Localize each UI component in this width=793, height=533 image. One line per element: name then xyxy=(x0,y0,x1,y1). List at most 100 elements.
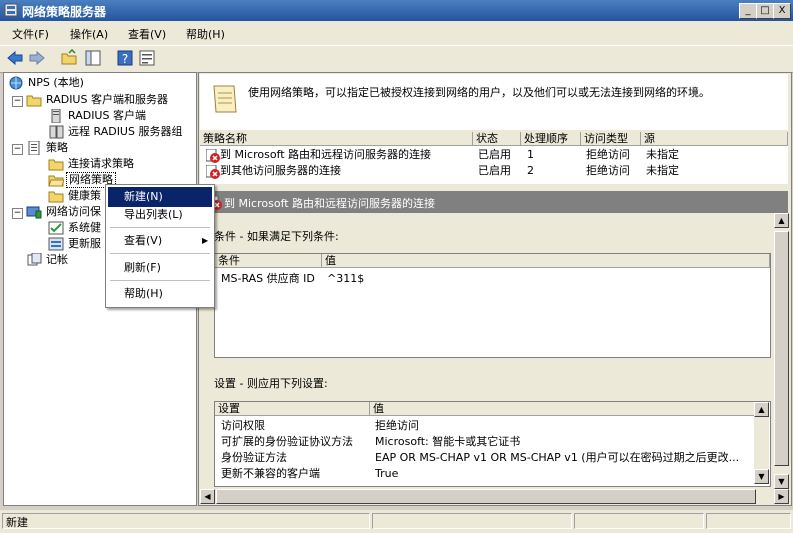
tree-item-policies[interactable]: 策略 xyxy=(46,140,68,156)
folder-icon xyxy=(48,191,64,203)
title-bar[interactable]: 网络策略服务器 _ □ X xyxy=(0,0,793,21)
up-folder-icon[interactable] xyxy=(60,49,78,67)
back-arrow-icon[interactable] xyxy=(6,49,24,67)
setting-value: Microsoft: 智能卡或其它证书 xyxy=(375,435,521,448)
setting-name: 可扩展的身份验证协议方法 xyxy=(221,435,353,448)
scroll-down-button[interactable]: ▼ xyxy=(774,474,789,489)
window-title: 网络策略服务器 xyxy=(22,5,107,19)
tree-item-system-health[interactable]: 系统健 xyxy=(68,220,101,236)
setting-name: 身份验证方法 xyxy=(221,451,287,464)
detail-hscrollbar[interactable]: ◀ ▶ xyxy=(200,489,789,504)
svg-text:?: ? xyxy=(122,52,128,66)
tree-item-nap[interactable]: 网络访问保 xyxy=(46,204,101,220)
context-menu-export[interactable]: 导出列表(L) xyxy=(108,205,212,225)
tree-item-accounting[interactable]: 记帐 xyxy=(46,252,68,268)
folder-icon xyxy=(26,95,42,107)
scroll-left-button[interactable]: ◀ xyxy=(200,489,215,504)
scroll-up-button[interactable]: ▲ xyxy=(774,213,789,228)
status-panel xyxy=(574,513,704,529)
tree-item-conn-request[interactable]: 连接请求策略 xyxy=(68,156,134,172)
close-button[interactable]: X xyxy=(773,3,791,19)
toolbar: ? xyxy=(0,45,793,73)
context-menu-export-label: 导出列表(L) xyxy=(124,208,183,221)
app-icon xyxy=(4,3,18,17)
col-header-status[interactable]: 状态 xyxy=(473,132,521,146)
scroll-thumb[interactable] xyxy=(216,489,756,504)
cond-col-header-value[interactable]: 值 xyxy=(322,254,770,268)
setting-name: 更新不兼容的客户端 xyxy=(221,467,320,480)
collapse-toggle[interactable]: − xyxy=(12,208,23,219)
deny-policy-icon xyxy=(206,149,220,163)
help-icon[interactable]: ? xyxy=(116,49,134,67)
setting-value: 拒绝访问 xyxy=(375,419,419,432)
menu-action[interactable]: 操作(A) xyxy=(70,26,108,42)
scroll-right-button[interactable]: ▶ xyxy=(774,489,789,504)
update-server-icon xyxy=(48,237,64,251)
folder-icon xyxy=(48,159,64,171)
forward-arrow-icon[interactable] xyxy=(28,49,46,67)
nap-icon xyxy=(26,206,42,219)
detail-header: 到 Microsoft 路由和远程访问服务器的连接 xyxy=(200,191,788,213)
conditions-list: 条件 值 MS-RAS 供应商 ID ^311$ xyxy=(214,253,771,358)
status-panel xyxy=(2,513,370,529)
col-header-access[interactable]: 访问类型 xyxy=(581,132,641,146)
context-menu-new[interactable]: 新建(N) xyxy=(108,187,212,207)
info-text: 使用网络策略，可以指定已被授权连接到网络的用户，以及他们可以或无法连接到网络的环… xyxy=(248,86,710,99)
tree-item-radius-clients[interactable]: RADIUS 客户端 xyxy=(68,108,146,124)
set-col-header-value[interactable]: 值 xyxy=(370,402,755,416)
detail-panel: 条件 - 如果满足下列条件: 条件 值 MS-RAS 供应商 ID ^311$ … xyxy=(200,213,774,489)
policy-status: 已启用 xyxy=(478,164,511,177)
scroll-down-button[interactable]: ▼ xyxy=(754,469,769,484)
context-menu-view[interactable]: 查看(V) ▶ xyxy=(108,231,212,251)
settings-title: 设置 - 则应用下列设置: xyxy=(214,377,328,390)
set-col-header-setting[interactable]: 设置 xyxy=(215,402,370,416)
status-text: 新建 xyxy=(6,516,28,529)
notepad-icon xyxy=(213,85,237,113)
menu-separator xyxy=(110,280,210,281)
col-header-name[interactable]: 策略名称 xyxy=(200,132,473,146)
collapse-toggle[interactable]: − xyxy=(12,96,23,107)
properties-icon[interactable] xyxy=(138,49,156,67)
condition-value: ^311$ xyxy=(327,272,365,285)
settings-scrollbar[interactable]: ▲ ▼ xyxy=(754,402,769,484)
minimize-button[interactable]: _ xyxy=(739,3,757,19)
deny-policy-icon xyxy=(206,165,220,179)
menu-bar: 文件(F) 操作(A) 查看(V) 帮助(H) xyxy=(0,21,793,45)
menu-view[interactable]: 查看(V) xyxy=(128,26,166,42)
condition-name: MS-RAS 供应商 ID xyxy=(221,272,315,285)
accounting-icon xyxy=(27,253,42,266)
status-bar: 新建 xyxy=(0,510,793,533)
tree-item-remote-groups[interactable]: 远程 RADIUS 服务器组 xyxy=(68,124,182,140)
tree-item-health-policy[interactable]: 健康策 xyxy=(68,188,101,204)
setting-value: EAP OR MS-CHAP v1 OR MS-CHAP v1 (用户可以在密码… xyxy=(375,451,740,464)
submenu-arrow-icon: ▶ xyxy=(202,236,209,245)
scroll-up-button[interactable]: ▲ xyxy=(754,402,769,417)
tree-item-nps-root[interactable]: NPS (本地) xyxy=(28,75,84,91)
menu-file[interactable]: 文件(F) xyxy=(12,26,49,42)
policy-source: 未指定 xyxy=(646,148,679,161)
policy-source: 未指定 xyxy=(646,164,679,177)
tree-item-update-server[interactable]: 更新服 xyxy=(68,236,101,252)
scroll-thumb[interactable] xyxy=(774,231,789,466)
context-menu: 新建(N) 导出列表(L) 查看(V) ▶ 刷新(F) 帮助(H) xyxy=(105,184,215,308)
context-menu-help[interactable]: 帮助(H) xyxy=(108,284,212,304)
menu-separator xyxy=(110,253,210,254)
tree-item-radius[interactable]: RADIUS 客户端和服务器 xyxy=(46,92,168,108)
context-menu-refresh[interactable]: 刷新(F) xyxy=(108,258,212,278)
col-header-source[interactable]: 源 xyxy=(641,132,788,146)
detail-vscrollbar[interactable]: ▲ ▼ xyxy=(774,213,789,489)
col-header-order[interactable]: 处理顺序 xyxy=(521,132,581,146)
collapse-toggle[interactable]: − xyxy=(12,144,23,155)
policy-order: 2 xyxy=(527,164,534,177)
folder-open-icon xyxy=(48,175,64,187)
server-icon xyxy=(51,109,61,123)
health-validator-icon xyxy=(48,221,64,235)
show-hide-tree-icon[interactable] xyxy=(84,49,102,67)
maximize-button[interactable]: □ xyxy=(756,3,774,19)
policy-name: 到 Microsoft 路由和远程访问服务器的连接 xyxy=(220,148,432,161)
menu-help[interactable]: 帮助(H) xyxy=(186,26,225,42)
status-panel xyxy=(706,513,791,529)
cond-col-header-condition[interactable]: 条件 xyxy=(215,254,322,268)
context-menu-help-label: 帮助(H) xyxy=(124,287,163,300)
policy-access: 拒绝访问 xyxy=(586,148,630,161)
